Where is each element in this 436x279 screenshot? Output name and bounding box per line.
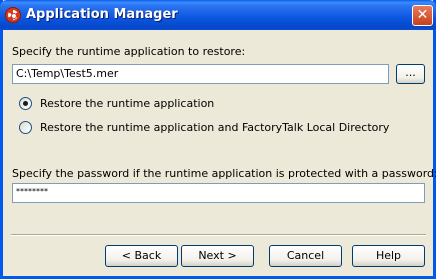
option-restore-application[interactable]: Restore the runtime application xyxy=(19,95,214,111)
application-manager-window: Application Manager ✕ Specify the runtim… xyxy=(0,0,436,279)
application-path-field[interactable]: C:\Temp\Test5.mer xyxy=(12,64,389,84)
password-prompt-label: Specify the password if the runtime appl… xyxy=(12,167,436,180)
password-field[interactable]: ******** xyxy=(12,183,425,203)
close-icon: ✕ xyxy=(416,7,429,23)
next-button[interactable]: Next > xyxy=(181,245,254,267)
close-button[interactable]: ✕ xyxy=(412,5,433,26)
title-bar[interactable]: Application Manager ✕ xyxy=(0,0,436,30)
browse-button[interactable]: ... xyxy=(396,64,425,84)
option-restore-application-and-directory[interactable]: Restore the runtime application and Fact… xyxy=(19,119,389,135)
restore-prompt-label: Specify the runtime application to resto… xyxy=(12,45,246,58)
radio-restore-application-and-directory[interactable] xyxy=(19,120,32,134)
help-button[interactable]: Help xyxy=(352,245,425,267)
back-button[interactable]: < Back xyxy=(105,245,178,267)
window-title: Application Manager xyxy=(26,7,178,22)
radio-restore-application[interactable] xyxy=(19,96,32,110)
option-restore-application-and-directory-label: Restore the runtime application and Fact… xyxy=(40,120,390,134)
application-icon xyxy=(5,7,21,23)
option-restore-application-label: Restore the runtime application xyxy=(40,96,215,110)
button-separator xyxy=(11,234,426,236)
cancel-button[interactable]: Cancel xyxy=(269,245,342,267)
